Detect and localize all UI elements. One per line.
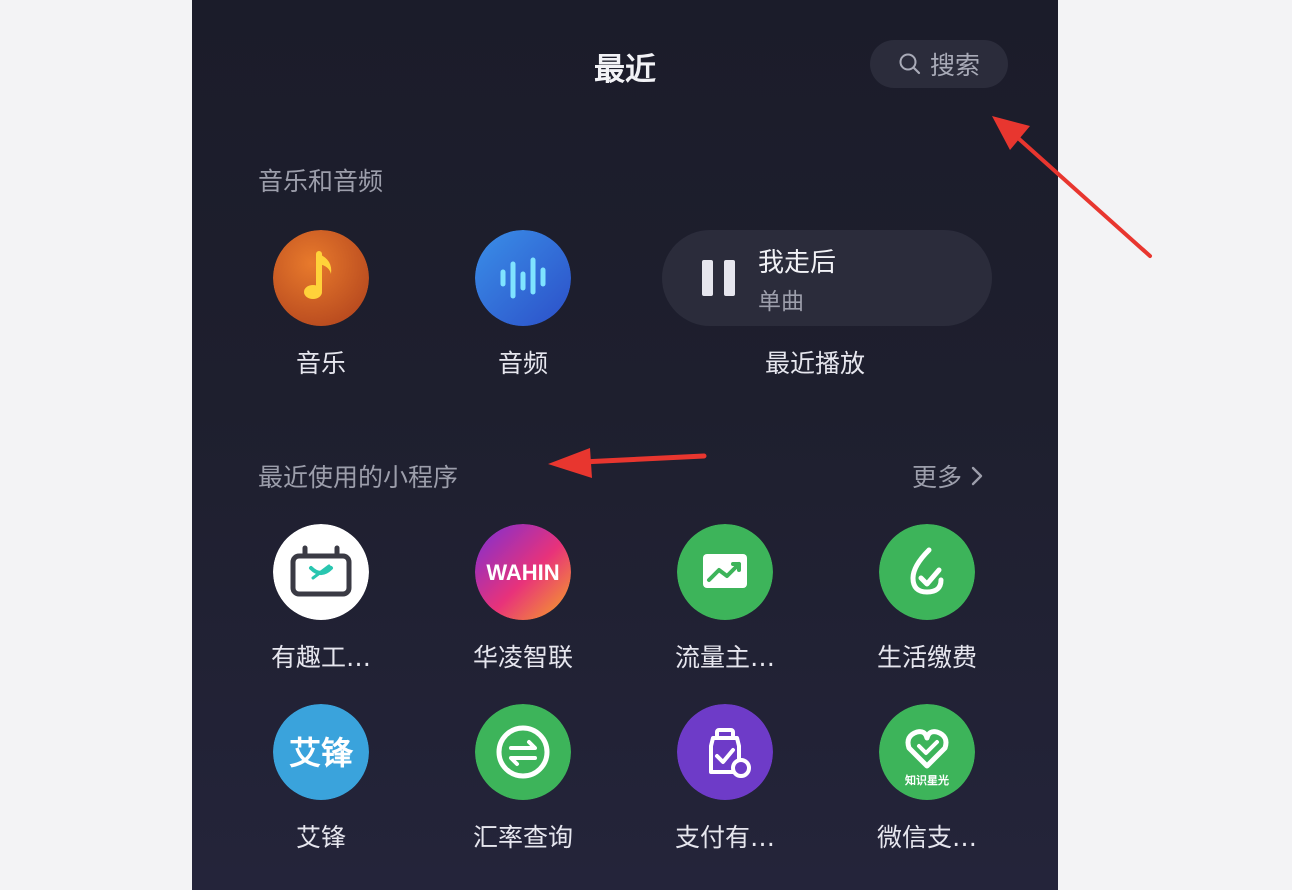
annotation-arrow-search (992, 116, 1152, 258)
annotation-arrows (548, 116, 1152, 478)
annotation-arrow-miniprograms (548, 448, 707, 478)
